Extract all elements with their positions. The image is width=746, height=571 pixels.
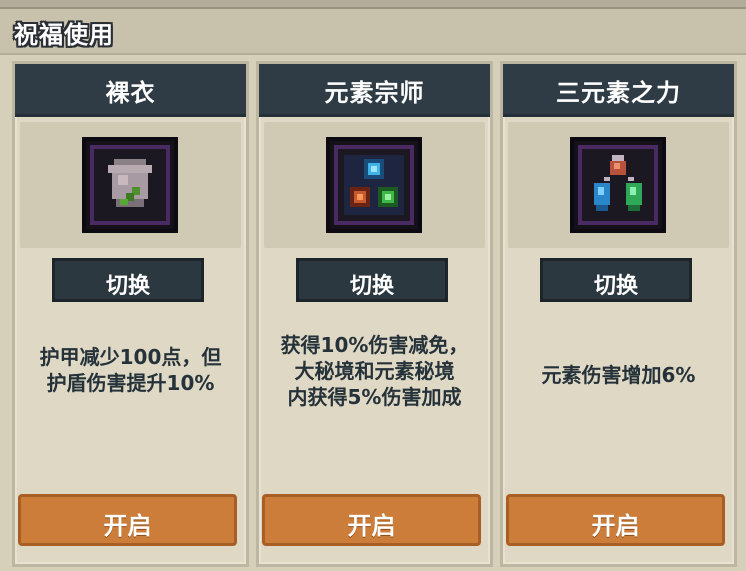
switch-button[interactable]: 切换 xyxy=(540,258,692,302)
open-button[interactable]: 开启 xyxy=(18,494,237,546)
icon-frame xyxy=(82,137,178,233)
card-description: 元素伤害增加6% xyxy=(541,363,696,387)
open-label: 开启 xyxy=(591,512,640,540)
open-label: 开启 xyxy=(347,512,396,540)
card-title-bar: 三元素之力 xyxy=(503,64,734,117)
element-master-icon xyxy=(344,155,404,215)
icon-area xyxy=(264,122,485,248)
switch-label: 切换 xyxy=(349,274,394,299)
blessing-card-three-elements: 三元素之力 切换 元素伤害增加6% 开启 xyxy=(500,61,737,567)
switch-label: 切换 xyxy=(593,274,638,299)
card-title: 元素宗师 xyxy=(324,79,425,107)
armor-icon xyxy=(108,159,152,207)
page-title: 祝福使用 xyxy=(14,21,114,49)
open-button[interactable]: 开启 xyxy=(506,494,725,546)
card-title-bar: 元素宗师 xyxy=(259,64,490,117)
open-label: 开启 xyxy=(103,512,152,540)
three-elements-icon xyxy=(594,155,642,211)
card-title-bar: 裸衣 xyxy=(15,64,246,117)
blessing-card-element-master: 元素宗师 切换 获得10%伤害减免， 大秘境和元素秘境 内获得5%伤害加成 开启 xyxy=(256,61,493,567)
icon-frame xyxy=(570,137,666,233)
blessing-card-armor: 裸衣 切换 护甲减少100点，但 护盾伤害提升10% 开启 xyxy=(12,61,249,567)
switch-button[interactable]: 切换 xyxy=(296,258,448,302)
icon-frame xyxy=(326,137,422,233)
switch-button[interactable]: 切换 xyxy=(52,258,204,302)
switch-label: 切换 xyxy=(105,274,150,299)
card-title: 三元素之力 xyxy=(556,79,681,107)
top-strip xyxy=(0,0,746,9)
card-description: 护甲减少100点，但 护盾伤害提升10% xyxy=(39,345,222,395)
card-title: 裸衣 xyxy=(105,79,156,107)
card-description: 获得10%伤害减免， 大秘境和元素秘境 内获得5%伤害加成 xyxy=(280,333,469,409)
icon-area xyxy=(508,122,729,248)
open-button[interactable]: 开启 xyxy=(262,494,481,546)
blessing-header: 祝福使用 xyxy=(0,9,746,55)
icon-area xyxy=(20,122,241,248)
